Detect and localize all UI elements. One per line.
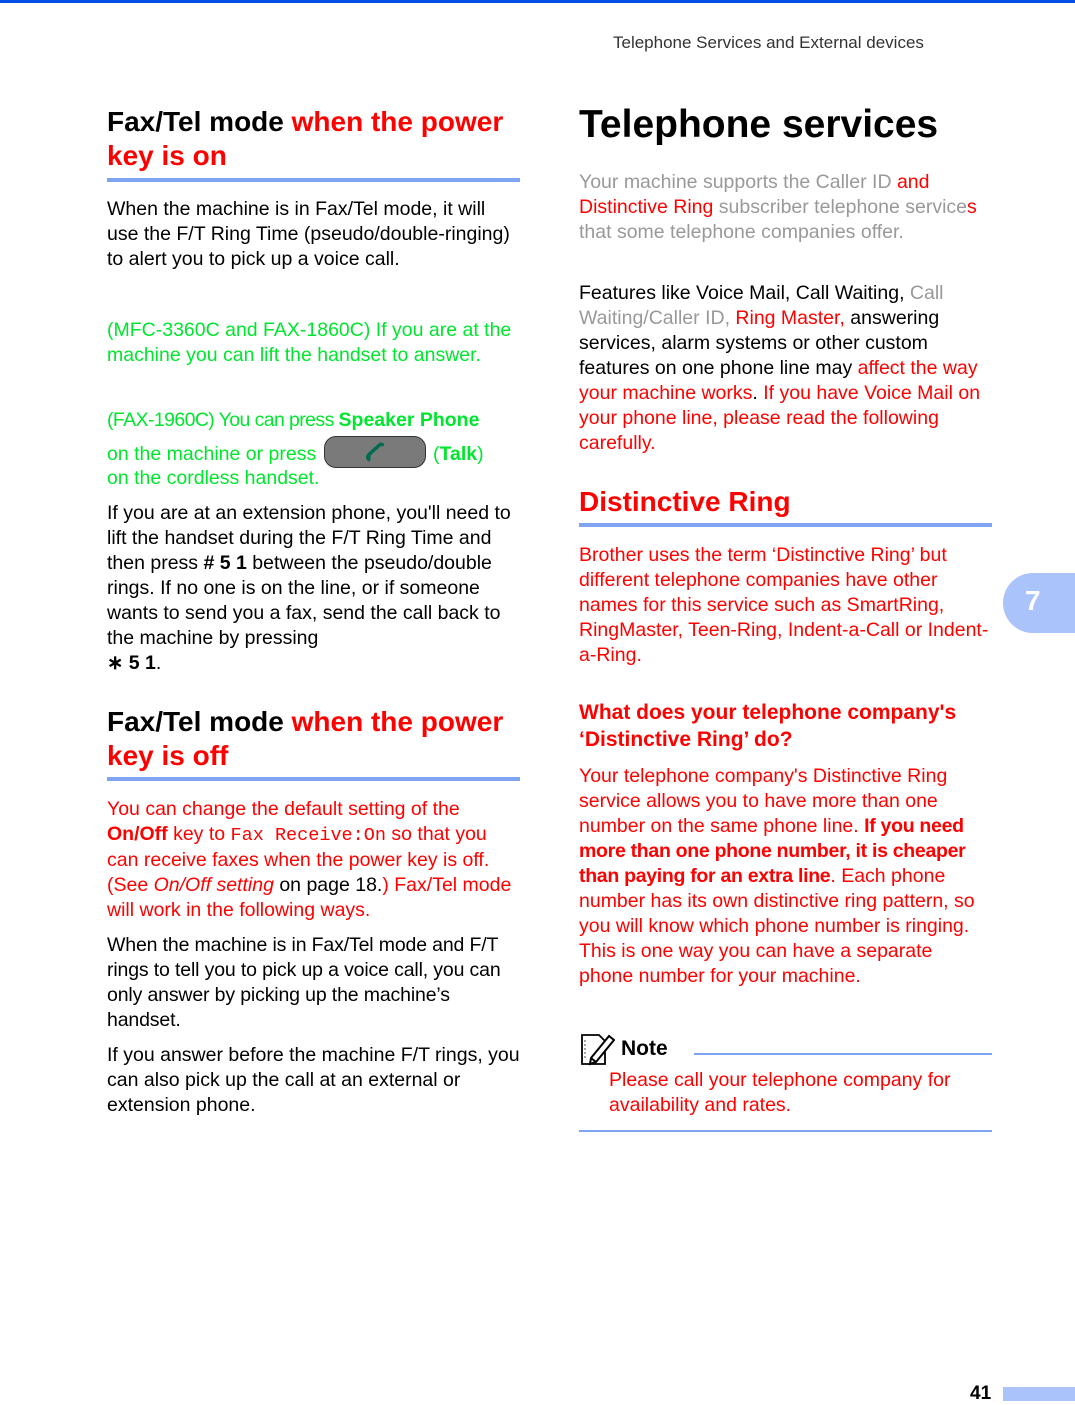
note-rule-top	[693, 1053, 992, 1055]
text: that some telephone companies offer.	[579, 221, 904, 243]
paragraph: When the machine is in Fax/Tel mode and …	[107, 934, 501, 1031]
paragraph: Brother uses the term ‘Distinctive Ring’…	[579, 544, 989, 666]
section-heading-distinctive-ring: Distinctive Ring	[579, 486, 791, 517]
paragraph-intro: Your machine supports the Caller ID and …	[579, 170, 992, 245]
talk-key-label: Talk	[439, 443, 478, 465]
key-sequence-star: ∗ 5 1	[107, 652, 156, 674]
text: s	[967, 196, 977, 218]
text: (	[427, 443, 440, 465]
text: )	[477, 443, 484, 465]
paragraph-models: (MFC-3360C and FAX-1860C) If you are at …	[107, 319, 512, 366]
page-number: 41	[970, 1383, 992, 1404]
text: .	[155, 652, 162, 674]
chapter-tab: 7	[1003, 573, 1075, 633]
text: You can change the default setting of th…	[107, 798, 460, 820]
text: Your machine supports the Caller ID	[579, 171, 897, 193]
top-accent-bar	[0, 0, 1075, 3]
paragraph-fax1960c: (FAX-1960C) You can press Speaker Phone …	[107, 403, 520, 471]
note-rule-bottom	[579, 1130, 992, 1132]
section-rule	[107, 178, 520, 182]
running-header: Telephone Services and External devices	[613, 33, 924, 52]
note-pencil-icon	[581, 1034, 615, 1066]
page-reference: on page 18.	[273, 874, 383, 896]
cross-reference-link[interactable]: On/Off setting	[154, 874, 274, 896]
heading-black-part: Fax/Tel mode	[107, 706, 292, 737]
note-text: Please call your telephone company for a…	[609, 1069, 951, 1116]
section-rule	[107, 777, 520, 781]
paragraph: Your telephone company's Distinctive Rin…	[579, 764, 992, 989]
note-box: Note Please call your telephone company …	[579, 1032, 992, 1132]
text: subscriber telephone service	[713, 196, 968, 218]
heading-black-part: Fax/Tel mode	[107, 106, 292, 137]
section-heading-power-off: Fax/Tel mode when the power key is off	[107, 705, 520, 773]
section-rule	[579, 523, 992, 527]
text: Ring Master,	[735, 307, 845, 329]
paragraph-onoff: You can change the default setting of th…	[107, 797, 520, 923]
text: (FAX-1960C) You can press	[107, 409, 339, 431]
talk-key-button	[323, 435, 426, 468]
key-sequence: # 5 1	[203, 552, 247, 574]
paragraph: When the machine is in Fax/Tel mode, it …	[107, 198, 510, 270]
paragraph-features: Features like Voice Mail, Call Waiting, …	[579, 281, 992, 456]
text: Features like Voice Mail, Call Waiting,	[579, 282, 910, 304]
speaker-phone-key-label: Speaker Phone	[338, 409, 480, 431]
paragraph-cordless: on the cordless handset.	[107, 467, 320, 489]
paragraph: If you answer before the machine F/T rin…	[107, 1044, 520, 1116]
text: key to	[167, 823, 231, 845]
lcd-setting-text: Fax Receive:On	[230, 825, 386, 846]
onoff-key-label: On/Off	[107, 823, 168, 845]
chapter-number: 7	[1025, 585, 1041, 616]
subsection-heading: What does your telephone company's ‘Dist…	[579, 701, 957, 751]
note-header: Note	[579, 1032, 992, 1066]
section-heading-power-on: Fax/Tel mode when the power key is on	[107, 105, 520, 173]
note-label: Note	[621, 1037, 668, 1060]
phone-handset-icon	[365, 442, 384, 462]
text: on the machine or press	[107, 443, 322, 465]
paragraph-extension: If you are at an extension phone, you'll…	[107, 501, 520, 676]
text: .	[752, 382, 764, 404]
page-footer-bar	[1003, 1387, 1075, 1401]
page-heading: Telephone services	[579, 103, 939, 146]
